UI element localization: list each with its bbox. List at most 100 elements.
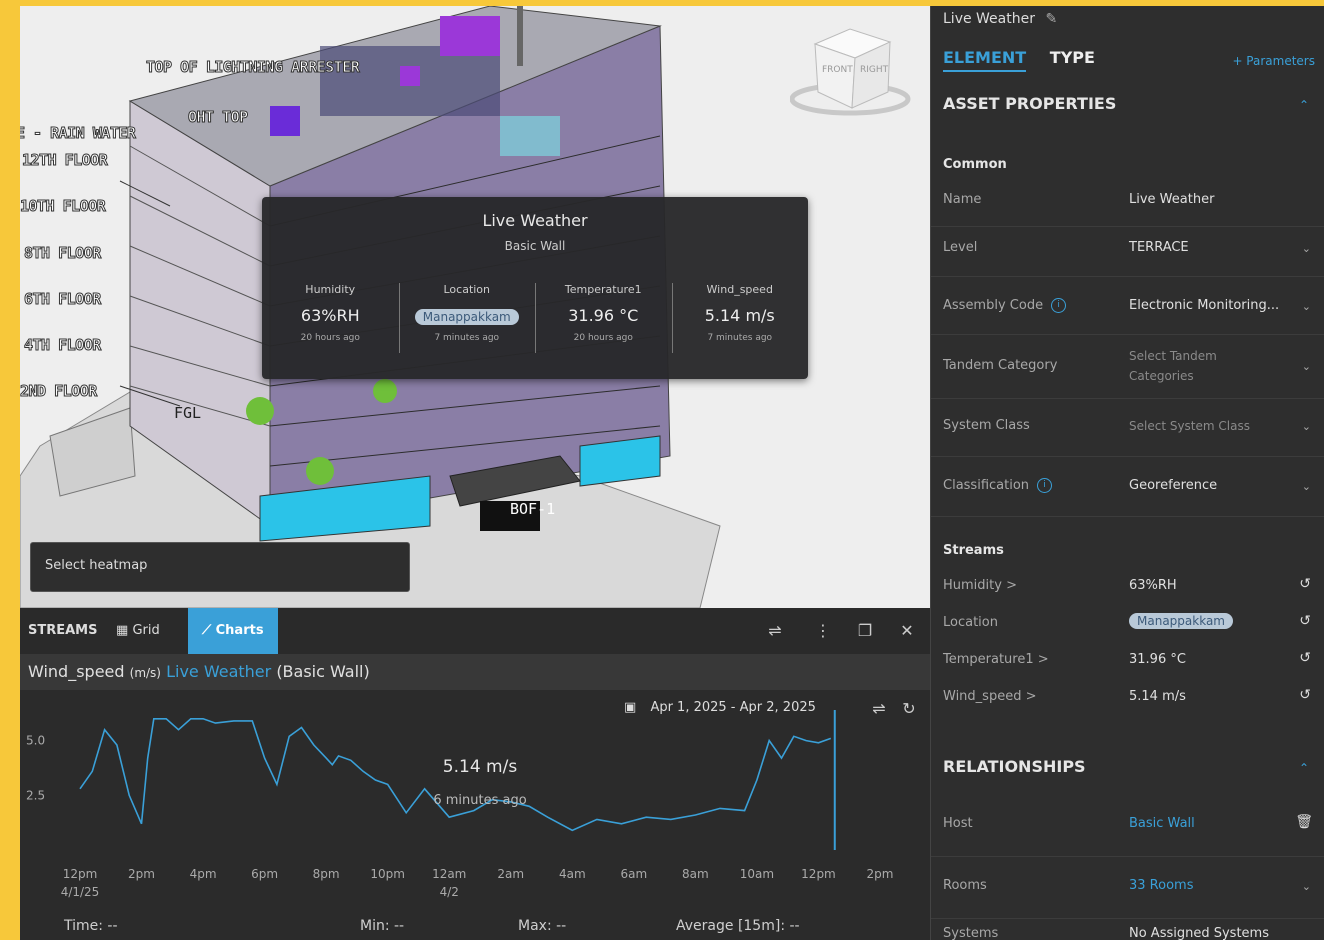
navcube-front-label: FRONT [822, 65, 853, 75]
stream-name: Wind_speed [28, 662, 125, 681]
chevron-down-icon: ⌄ [1301, 300, 1311, 313]
tooltip-cell-ago: 7 minutes ago [434, 333, 500, 343]
level-label: 6TH FLOOR [24, 290, 102, 309]
x-tick-label: 6am [621, 867, 648, 881]
rel-value-link[interactable]: 33 Rooms [1129, 878, 1279, 893]
chart-icon: ⟋ [202, 623, 212, 638]
prop-row-classification[interactable]: Classification i Georeference ⌄ [931, 456, 1324, 517]
app-frame: TOP OF LIGHTNING ARRESTER OHT TOP E - RA… [20, 6, 1324, 940]
chevron-down-icon: ⌄ [1301, 242, 1311, 255]
tab-charts[interactable]: ⟋ Charts [188, 608, 278, 654]
tab-grid[interactable]: ▦ Grid [116, 608, 160, 654]
level-label: TOP OF LIGHTNING ARRESTER [145, 58, 360, 77]
stream-row-location[interactable]: Location Manappakkam ↺ [931, 605, 1324, 642]
rel-row-systems: Systems No Assigned Systems [931, 918, 1324, 940]
stream-value: 5.14 m/s [1129, 689, 1186, 704]
x-tick-label: 8pm [313, 867, 340, 881]
prop-value[interactable]: Live Weather [1129, 192, 1279, 207]
close-icon[interactable]: ✕ [898, 622, 916, 640]
prop-key: Classification i [943, 478, 1053, 493]
common-group-title: Common [943, 157, 1007, 172]
model-viewport[interactable]: TOP OF LIGHTNING ARRESTER OHT TOP E - RA… [20, 6, 930, 608]
stream-key: Humidity > [943, 578, 1017, 593]
chart-header: Wind_speed (m/s) Live Weather (Basic Wal… [20, 654, 930, 690]
wind-speed-chart[interactable]: 2.5 5.0 12pm 4/1/25 2pm 4pm 6pm 8pm 10pm 12am 4/2 2… [20, 690, 930, 918]
x-tick-label: 10pm [370, 867, 405, 881]
level-label: FGL [174, 404, 202, 422]
tooltip-cell-location: Location Manappakkam 7 minutes ago [398, 283, 536, 353]
stream-row-wind-speed[interactable]: Wind_speed > 5.14 m/s ↺ [931, 679, 1324, 716]
tooltip-cell-value: 5.14 m/s [704, 306, 775, 325]
window-icon[interactable]: ❐ [856, 622, 874, 640]
info-icon[interactable]: i [1051, 298, 1067, 313]
trash-icon[interactable]: 🗑 [1295, 814, 1313, 830]
tooltip-cell-label: Temperature1 [564, 283, 642, 296]
asset-tooltip: Live Weather Basic Wall Humidity 63%RH 2… [262, 197, 808, 379]
prop-row-tandem-category[interactable]: Tandem Category Select Tandem Categories… [931, 334, 1324, 399]
x-tick-label: 6pm [251, 867, 278, 881]
more-icon[interactable]: ⋮ [814, 622, 832, 640]
current-ago-label: 6 minutes ago [433, 793, 526, 808]
rel-value-link[interactable]: Basic Wall [1129, 816, 1279, 831]
level-label: OHT TOP [188, 108, 249, 127]
rel-row-rooms[interactable]: Rooms 33 Rooms ⌄ [931, 856, 1324, 919]
tooltip-cell-label: Humidity [305, 283, 356, 296]
stream-value: 63%RH [1129, 578, 1177, 593]
level-label: E - RAIN WATER [20, 124, 136, 143]
stream-unit: (m/s) [129, 666, 161, 680]
tooltip-cell-value: 63%RH [300, 306, 360, 325]
streams-group-title: Streams [943, 543, 1004, 558]
footer-average: Average [15m]: -- [676, 918, 800, 934]
collapse-icon[interactable]: ⌃ [1299, 761, 1309, 775]
tooltip-cell-label: Wind_speed [706, 283, 773, 296]
level-label: 4TH FLOOR [24, 336, 102, 355]
history-icon[interactable]: ↺ [1299, 687, 1311, 703]
chart-area[interactable]: ▣ Apr 1, 2025 - Apr 2, 2025 ⇌ ↻ 2.5 5.0 12… [20, 690, 930, 940]
x-tick-label: 4am [559, 867, 586, 881]
history-icon[interactable]: ↺ [1299, 576, 1311, 592]
history-icon[interactable]: ↺ [1299, 650, 1311, 666]
x-tick-label: 12pm [63, 867, 98, 881]
grid-icon: ▦ [116, 623, 129, 638]
level-label: 8TH FLOOR [24, 244, 102, 263]
footer-max: Max: -- [518, 918, 567, 934]
streams-label: STREAMS [28, 623, 98, 638]
tooltip-cell-wind: Wind_speed 5.14 m/s 7 minutes ago [671, 283, 809, 353]
prop-value: Electronic Monitoring... [1129, 298, 1280, 313]
stream-row-humidity[interactable]: Humidity > 63%RH ↺ [931, 568, 1324, 605]
tooltip-title: Live Weather [482, 211, 588, 230]
filter-icon[interactable]: ⇌ [766, 622, 784, 640]
view-cube[interactable]: FRONT RIGHT [789, 14, 920, 124]
prop-row-assembly-code[interactable]: Assembly Code i Electronic Monitoring... … [931, 276, 1324, 335]
level-label: 12TH FLOOR [21, 151, 108, 170]
y-tick-label: 2.5 [26, 788, 45, 802]
chevron-down-icon: ⌄ [1301, 360, 1311, 373]
location-pill: Manappakkam [1129, 613, 1233, 629]
tab-element[interactable]: ELEMENT [943, 48, 1027, 72]
x-tick-label: 12am [432, 867, 466, 881]
stream-row-temperature[interactable]: Temperature1 > 31.96 °C ↺ [931, 642, 1324, 679]
heatmap-select[interactable]: Select heatmap [30, 542, 410, 592]
edit-icon[interactable]: ✎ [1045, 11, 1057, 27]
level-label: 10TH FLOOR [20, 197, 106, 216]
properties-panel: Live Weather ✎ ELEMENT TYPE + Parameters… [930, 6, 1324, 940]
collapse-icon[interactable]: ⌃ [1299, 98, 1309, 112]
stream-key: Location [943, 615, 998, 630]
asset-host: (Basic Wall) [276, 662, 370, 681]
history-icon[interactable]: ↺ [1299, 613, 1311, 629]
property-tabs: ELEMENT TYPE [943, 48, 1095, 72]
prop-placeholder: Select Tandem Categories [1129, 349, 1217, 383]
tooltip-cell-humidity: Humidity 63%RH 20 hours ago [262, 283, 399, 343]
add-parameters-button[interactable]: + Parameters [1232, 54, 1315, 68]
tab-type[interactable]: TYPE [1050, 48, 1095, 67]
prop-row-level[interactable]: Level TERRACE ⌄ [931, 226, 1324, 277]
asset-properties-title: ASSET PROPERTIES [943, 94, 1117, 113]
prop-placeholder: Select System Class [1129, 419, 1250, 433]
info-icon[interactable]: i [1037, 478, 1053, 493]
rel-key: Rooms [943, 878, 987, 893]
tooltip-cell-ago: 7 minutes ago [707, 333, 773, 343]
asset-link[interactable]: Live Weather [166, 662, 271, 681]
prop-row-system-class[interactable]: System Class Select System Class ⌄ [931, 398, 1324, 457]
relationships-title: RELATIONSHIPS [943, 757, 1086, 776]
rel-key: Systems [943, 926, 999, 940]
